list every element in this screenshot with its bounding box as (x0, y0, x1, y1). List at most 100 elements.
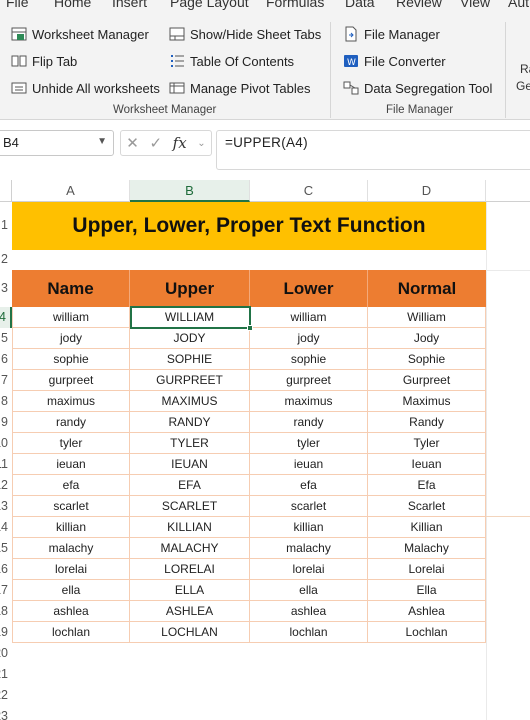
table-cell[interactable]: jody (12, 328, 130, 348)
menu-formulas[interactable]: Formulas (266, 0, 324, 10)
row-header[interactable]: 7 (0, 370, 12, 391)
table-cell[interactable]: Jody (368, 328, 486, 348)
table-cell[interactable]: ELLA (130, 580, 250, 600)
table-cell[interactable]: maximus (12, 391, 130, 411)
row-header[interactable]: 15 (0, 538, 12, 559)
data-segregation-tool-button[interactable]: Data Segregation Tool (342, 77, 492, 99)
fill-handle[interactable] (247, 325, 253, 331)
menu-view[interactable]: View (460, 0, 490, 10)
table-cell[interactable]: MALACHY (130, 538, 250, 558)
table-cell[interactable]: MAXIMUS (130, 391, 250, 411)
table-cell[interactable]: IEUAN (130, 454, 250, 474)
table-cell[interactable]: ella (12, 580, 130, 600)
table-cell[interactable]: sophie (250, 349, 368, 369)
header-upper[interactable]: Upper (130, 270, 250, 307)
table-cell[interactable]: Ieuan (368, 454, 486, 474)
menu-review[interactable]: Review (396, 0, 442, 10)
row-header[interactable]: 20 (0, 643, 12, 664)
row-header[interactable]: 18 (0, 601, 12, 622)
row-header[interactable]: 3 (0, 270, 12, 307)
table-cell[interactable]: lochlan (250, 622, 368, 642)
table-cell[interactable]: Randy (368, 412, 486, 432)
row-header[interactable]: 16 (0, 559, 12, 580)
row-header[interactable]: 2 (0, 250, 12, 270)
confirm-icon[interactable]: ✓ (149, 134, 162, 152)
table-cell[interactable]: william (250, 307, 368, 327)
menu-page-layout[interactable]: Page Layout (170, 0, 249, 10)
table-cell[interactable]: GURPREET (130, 370, 250, 390)
worksheet-manager-button[interactable]: Worksheet Manager (10, 23, 149, 45)
name-box[interactable]: B4 ▼ (0, 130, 114, 156)
row-header[interactable]: 6 (0, 349, 12, 370)
table-cell[interactable]: Ashlea (368, 601, 486, 621)
header-lower[interactable]: Lower (250, 270, 368, 307)
row-header[interactable]: 14 (0, 517, 12, 538)
table-cell[interactable]: EFA (130, 475, 250, 495)
table-cell[interactable]: ASHLEA (130, 601, 250, 621)
table-cell[interactable]: randy (250, 412, 368, 432)
table-cell[interactable]: efa (250, 475, 368, 495)
row-header[interactable]: 12 (0, 475, 12, 496)
table-cell[interactable]: ashlea (250, 601, 368, 621)
manage-pivot-tables-button[interactable]: Manage Pivot Tables (168, 77, 310, 99)
row-header[interactable]: 5 (0, 328, 12, 349)
header-normal[interactable]: Normal (368, 270, 486, 307)
menu-data[interactable]: Data (345, 0, 375, 10)
table-cell[interactable]: lorelai (12, 559, 130, 579)
table-cell[interactable]: malachy (250, 538, 368, 558)
table-cell[interactable]: Efa (368, 475, 486, 495)
table-cell[interactable]: Malachy (368, 538, 486, 558)
table-cell[interactable]: killian (12, 517, 130, 537)
row-header[interactable]: 23 (0, 706, 12, 720)
table-cell[interactable]: KILLIAN (130, 517, 250, 537)
table-cell[interactable]: Lorelai (368, 559, 486, 579)
menu-insert[interactable]: Insert (112, 0, 147, 10)
cancel-icon[interactable]: ✕ (126, 134, 139, 152)
header-name[interactable]: Name (12, 270, 130, 307)
chevron-down-icon[interactable]: ▼ (97, 136, 107, 147)
selected-cell-b4[interactable] (130, 306, 253, 331)
table-cell[interactable]: LOCHLAN (130, 622, 250, 642)
table-cell[interactable]: scarlet (250, 496, 368, 516)
fx-dropdown-icon[interactable]: ⌄ (197, 138, 205, 149)
table-cell[interactable]: Gurpreet (368, 370, 486, 390)
table-cell[interactable]: RANDY (130, 412, 250, 432)
row-header[interactable]: 17 (0, 580, 12, 601)
row-header[interactable]: 13 (0, 496, 12, 517)
table-title[interactable]: Upper, Lower, Proper Text Function (12, 202, 486, 250)
table-cell[interactable]: ieuan (12, 454, 130, 474)
table-cell[interactable]: Tyler (368, 433, 486, 453)
table-cell[interactable]: sophie (12, 349, 130, 369)
row-header[interactable]: 11 (0, 454, 12, 475)
row-header[interactable]: 10 (0, 433, 12, 454)
select-all-corner[interactable] (0, 180, 12, 202)
table-cell[interactable]: malachy (12, 538, 130, 558)
formula-input[interactable]: =UPPER(A4) (216, 130, 530, 170)
row-header[interactable]: 8 (0, 391, 12, 412)
column-header-a[interactable]: A (12, 180, 130, 202)
column-header-d[interactable]: D (368, 180, 486, 202)
table-cell[interactable]: maximus (250, 391, 368, 411)
table-cell[interactable]: SCARLET (130, 496, 250, 516)
menu-home[interactable]: Home (54, 0, 91, 10)
table-of-contents-button[interactable]: Table Of Contents (168, 50, 294, 72)
file-manager-button[interactable]: File Manager (342, 23, 440, 45)
flip-tab-button[interactable]: Flip Tab (10, 50, 77, 72)
show-hide-sheet-tabs-button[interactable]: Show/Hide Sheet Tabs (168, 23, 321, 45)
unhide-all-worksheets-button[interactable]: Unhide All worksheets (10, 77, 160, 99)
row-header[interactable]: 4 (0, 307, 12, 328)
table-cell[interactable]: scarlet (12, 496, 130, 516)
table-cell[interactable]: SOPHIE (130, 349, 250, 369)
row-header[interactable]: 19 (0, 622, 12, 643)
table-cell[interactable]: Scarlet (368, 496, 486, 516)
row-header[interactable]: 21 (0, 664, 12, 685)
table-cell[interactable]: Sophie (368, 349, 486, 369)
row-header[interactable]: 1 (0, 202, 12, 250)
column-header-e[interactable] (486, 180, 530, 202)
table-cell[interactable]: ieuan (250, 454, 368, 474)
table-cell[interactable]: William (368, 307, 486, 327)
table-cell[interactable]: tyler (250, 433, 368, 453)
menu-aut[interactable]: Aut (508, 0, 529, 10)
table-cell[interactable]: randy (12, 412, 130, 432)
table-cell[interactable]: ella (250, 580, 368, 600)
